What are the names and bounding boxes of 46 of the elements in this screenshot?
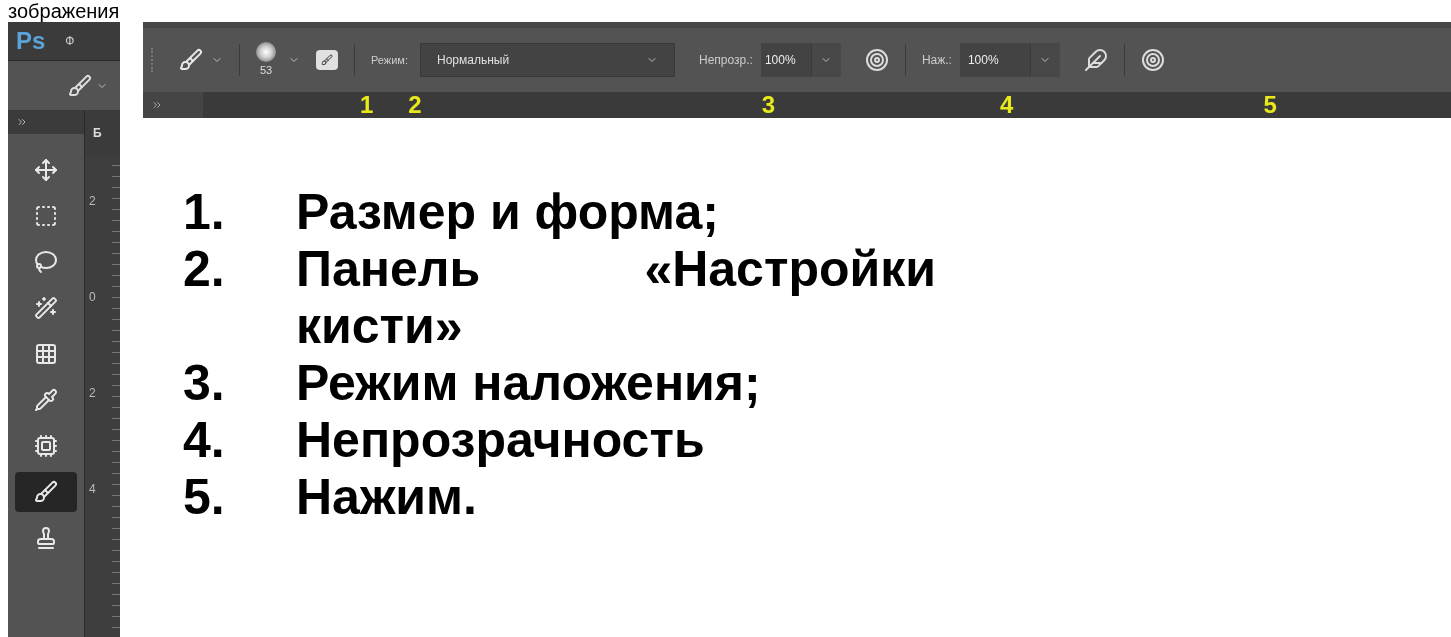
callout-number: 2 [408, 92, 422, 118]
list-number: 1. [183, 184, 226, 241]
list-text: Режим наложения; [296, 355, 762, 412]
menu-fragment: Ф [65, 33, 75, 50]
mode-dropdown[interactable]: Нормальный [420, 43, 675, 77]
list-number: 3. [183, 355, 226, 412]
wand-icon [34, 296, 58, 320]
stamp-icon [34, 526, 58, 550]
opacity-label: Непрозр.: [699, 52, 753, 69]
list-text: Размер и форма; [296, 184, 720, 241]
collapse-icon[interactable] [16, 116, 28, 128]
list-number: 2. [183, 241, 226, 299]
callout-number: 1 [360, 92, 374, 118]
list-text: Панель «Настройки кисти» [296, 241, 936, 355]
heading-fragment: зображения [8, 0, 120, 22]
ruler-mark: 2 [89, 387, 97, 399]
callout-number: 4 [1000, 92, 1014, 118]
ruler-mark: 2 [89, 195, 97, 207]
brush-panel-icon[interactable] [316, 50, 338, 70]
ruler-mark: 4 [89, 483, 97, 495]
brush-icon[interactable] [179, 48, 203, 72]
app-logo: Ps [16, 26, 46, 56]
callout-number: 5 [1263, 92, 1277, 118]
list-number: 4. [183, 412, 226, 469]
brush-icon [34, 480, 58, 504]
brush-size: 53 [259, 62, 273, 78]
marquee-icon [34, 204, 58, 228]
list-number: 5. [183, 469, 226, 526]
soft-brush-icon[interactable] [256, 41, 276, 62]
ruler-mark: 0 [89, 291, 97, 303]
flow-label: Наж.: [921, 52, 952, 69]
mode-label: Режим: [371, 52, 408, 68]
callout-number: 3 [761, 92, 776, 118]
frame-icon [34, 434, 58, 458]
document-tab[interactable]: Б [85, 110, 120, 155]
collapse-icon[interactable] [151, 99, 163, 111]
brush-icon[interactable] [68, 73, 92, 98]
tool-button[interactable] [15, 472, 77, 512]
grid-icon [34, 342, 58, 366]
eyedropper-icon [34, 388, 58, 412]
lasso-icon [34, 250, 58, 274]
move-icon [34, 158, 58, 182]
list-text: Нажим. [296, 469, 478, 526]
list-text: Непрозрачность [296, 412, 706, 469]
opacity-field[interactable]: 100% [760, 43, 811, 77]
flow-field[interactable]: 100% [959, 43, 1030, 77]
